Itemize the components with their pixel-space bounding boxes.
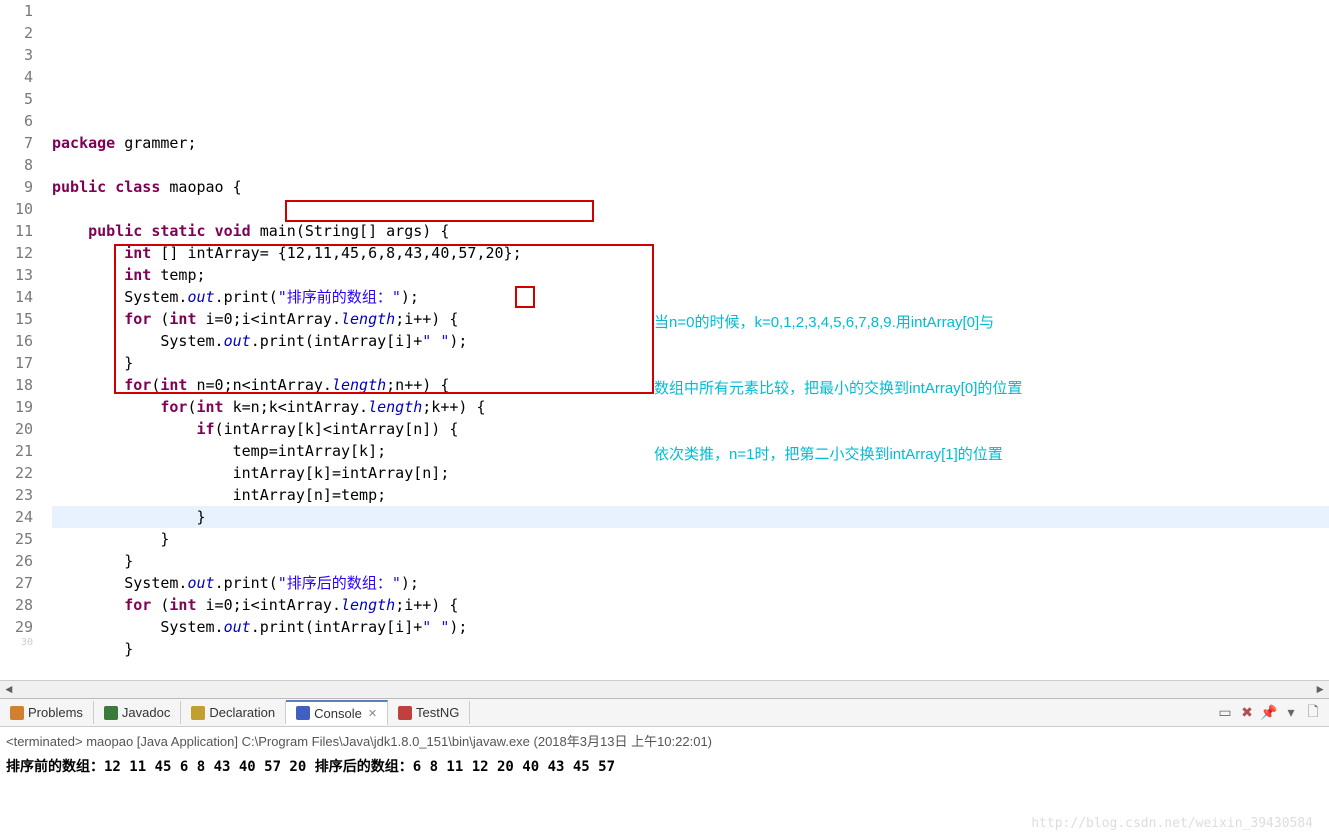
- terminated-status: <terminated> maopao [Java Application] C…: [6, 734, 712, 749]
- tab-label: TestNG: [416, 705, 459, 720]
- output-array-after: 6 8 11 12 20 40 43 45 57: [413, 759, 615, 775]
- line-number: 29: [0, 616, 33, 638]
- code-line[interactable]: System.out.print("排序后的数组：");: [52, 572, 1329, 594]
- tab-label: Declaration: [209, 705, 275, 720]
- output-array-before: 12 11 45 6 8 43 40 57 20: [104, 759, 315, 775]
- remove-all-icon[interactable]: ✖: [1239, 705, 1255, 721]
- console-toolbar: ▭ ✖ 📌 ▾ 🗋: [1217, 705, 1329, 721]
- tab-problems[interactable]: Problems: [0, 701, 94, 724]
- scroll-right-arrow[interactable]: ►: [1311, 681, 1329, 699]
- code-annotation: 当n=0的时候，k=0,1,2,3,4,5,6,7,8,9.用intArray[…: [654, 268, 1022, 510]
- line-number: 14: [0, 286, 33, 308]
- line-number: 2: [0, 22, 33, 44]
- horizontal-scrollbar[interactable]: ◄ ►: [0, 680, 1329, 698]
- line-number: 27: [0, 572, 33, 594]
- code-line[interactable]: [52, 154, 1329, 176]
- line-number: 26: [0, 550, 33, 572]
- output-label: 排序前的数组：: [6, 759, 104, 775]
- line-number: 17: [0, 352, 33, 374]
- console-output[interactable]: 排序前的数组：12 11 45 6 8 43 40 57 20 排序后的数组：6…: [0, 754, 1329, 778]
- line-number: 7: [0, 132, 33, 154]
- tab-javadoc[interactable]: Javadoc: [94, 701, 181, 724]
- line-number: 28: [0, 594, 33, 616]
- javadoc-icon: [104, 706, 118, 720]
- line-number: 5: [0, 88, 33, 110]
- line-gutter: 1234567891011121314151617181920212223242…: [0, 0, 40, 680]
- line-number: 16: [0, 330, 33, 352]
- line-number: 15: [0, 308, 33, 330]
- line-number: 30: [0, 638, 33, 648]
- code-line[interactable]: int [] intArray= {12,11,45,6,8,43,40,57,…: [52, 242, 1329, 264]
- line-number: 18: [0, 374, 33, 396]
- line-number: 1: [0, 0, 33, 22]
- tab-declaration[interactable]: Declaration: [181, 701, 286, 724]
- line-number: 13: [0, 264, 33, 286]
- line-number: 25: [0, 528, 33, 550]
- code-line[interactable]: public class maopao {: [52, 176, 1329, 198]
- tab-label: Problems: [28, 705, 83, 720]
- line-number: 19: [0, 396, 33, 418]
- display-dropdown-icon[interactable]: ▾: [1283, 705, 1299, 721]
- line-number: 12: [0, 242, 33, 264]
- watermark: http://blog.csdn.net/weixin_39430584: [1031, 816, 1313, 831]
- annotation-line: 当n=0的时候，k=0,1,2,3,4,5,6,7,8,9.用intArray[…: [654, 312, 1022, 334]
- line-number: 9: [0, 176, 33, 198]
- code-line[interactable]: }: [52, 550, 1329, 572]
- views-tab-bar: Problems Javadoc Declaration Console ✕ TestNG…: [0, 699, 1329, 727]
- line-number: 21: [0, 440, 33, 462]
- line-number: 20: [0, 418, 33, 440]
- console-icon: [296, 706, 310, 720]
- line-number: 8: [0, 154, 33, 176]
- line-number: 4: [0, 66, 33, 88]
- line-number: 10: [0, 198, 33, 220]
- tab-testng[interactable]: TestNG: [388, 701, 470, 724]
- line-number: 3: [0, 44, 33, 66]
- console-header: <terminated> maopao [Java Application] C…: [0, 727, 1329, 754]
- code-line[interactable]: System.out.print(intArray[i]+" ");: [52, 616, 1329, 638]
- close-icon[interactable]: ✕: [368, 707, 377, 720]
- tab-console[interactable]: Console ✕: [286, 700, 388, 725]
- line-number: 6: [0, 110, 33, 132]
- annotation-line: 依次类推，n=1时，把第二小交换到intArray[1]的位置: [654, 444, 1022, 466]
- line-number: 11: [0, 220, 33, 242]
- code-line[interactable]: package grammer;: [52, 132, 1329, 154]
- pin-icon[interactable]: 📌: [1261, 705, 1277, 721]
- scroll-left-arrow[interactable]: ◄: [0, 681, 18, 699]
- code-line[interactable]: [52, 660, 1329, 680]
- tab-label: Javadoc: [122, 705, 170, 720]
- testng-icon: [398, 706, 412, 720]
- line-number: 23: [0, 484, 33, 506]
- line-number: 24: [0, 506, 33, 528]
- code-line[interactable]: }: [52, 638, 1329, 660]
- new-console-icon[interactable]: 🗋: [1305, 705, 1321, 721]
- code-area[interactable]: 当n=0的时候，k=0,1,2,3,4,5,6,7,8,9.用intArray[…: [40, 0, 1329, 680]
- code-line[interactable]: public static void main(String[] args) {: [52, 220, 1329, 242]
- declaration-icon: [191, 706, 205, 720]
- annotation-line: 数组中所有元素比较，把最小的交换到intArray[0]的位置: [654, 378, 1022, 400]
- line-number: 22: [0, 462, 33, 484]
- editor-container: 1234567891011121314151617181920212223242…: [0, 0, 1329, 680]
- code-line[interactable]: for (int i=0;i<intArray.length;i++) {: [52, 594, 1329, 616]
- code-line[interactable]: [52, 198, 1329, 220]
- problems-icon: [10, 706, 24, 720]
- tab-label: Console: [314, 706, 362, 721]
- monitor-icon[interactable]: ▭: [1217, 705, 1233, 721]
- code-line[interactable]: }: [52, 528, 1329, 550]
- output-label: 排序后的数组：: [315, 759, 413, 775]
- bottom-panel: Problems Javadoc Declaration Console ✕ TestNG…: [0, 698, 1329, 778]
